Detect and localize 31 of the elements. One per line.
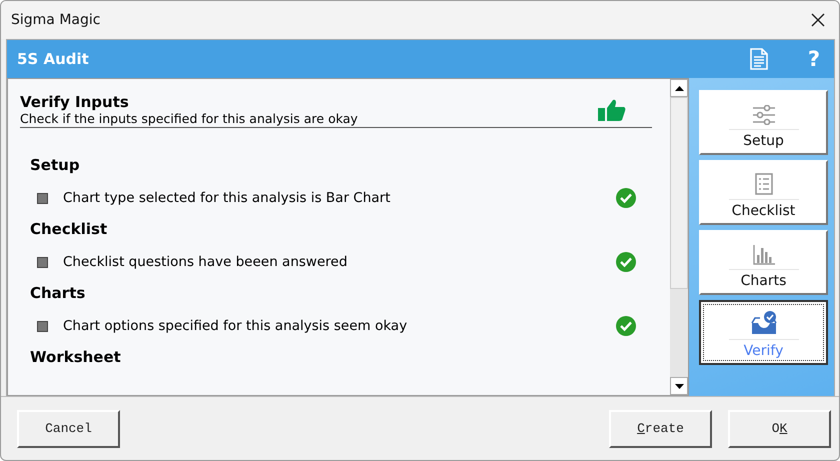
nav-button[interactable]: Charts — [699, 230, 828, 295]
header-title: 5S Audit — [17, 50, 90, 68]
checklist-icon — [754, 173, 772, 195]
check-item-text: Checklist questions have beeen answered — [63, 254, 348, 270]
section-heading: Worksheet — [30, 348, 121, 366]
section-heading: Setup — [30, 156, 80, 174]
inbox-check-icon — [750, 311, 776, 335]
bullet-icon — [37, 256, 48, 268]
window-title: Sigma Magic — [11, 12, 100, 28]
scroll-down-icon[interactable] — [670, 377, 688, 395]
document-icon[interactable] — [750, 48, 768, 70]
dialog-button[interactable]: Create — [609, 410, 712, 448]
check-item-text: Chart options specified for this analysis seem okay — [63, 318, 408, 334]
scrollbar[interactable] — [670, 79, 688, 395]
cancel-button[interactable]: Cancel — [17, 410, 120, 448]
dialog-button[interactable]: OK — [728, 410, 831, 448]
panel-subtitle: Check if the inputs specified for this analysis are okay — [20, 111, 358, 126]
bar-chart-icon — [752, 245, 774, 265]
bullet-icon — [37, 192, 48, 204]
nav-button[interactable]: Checklist — [699, 160, 828, 225]
section-heading: Checklist — [30, 220, 108, 238]
section-heading: Charts — [30, 284, 86, 302]
scroll-up-icon[interactable] — [670, 79, 688, 97]
close-icon[interactable] — [811, 13, 825, 27]
thumbs-up-icon — [598, 98, 626, 122]
nav-button[interactable]: Verify — [699, 300, 828, 365]
nav-button[interactable]: Setup — [699, 90, 828, 155]
check-item-text: Chart type selected for this analysis is Bar Chart — [63, 190, 392, 206]
sliders-icon — [752, 105, 774, 125]
bullet-icon — [37, 320, 48, 332]
panel-title: Verify Inputs — [20, 93, 130, 111]
